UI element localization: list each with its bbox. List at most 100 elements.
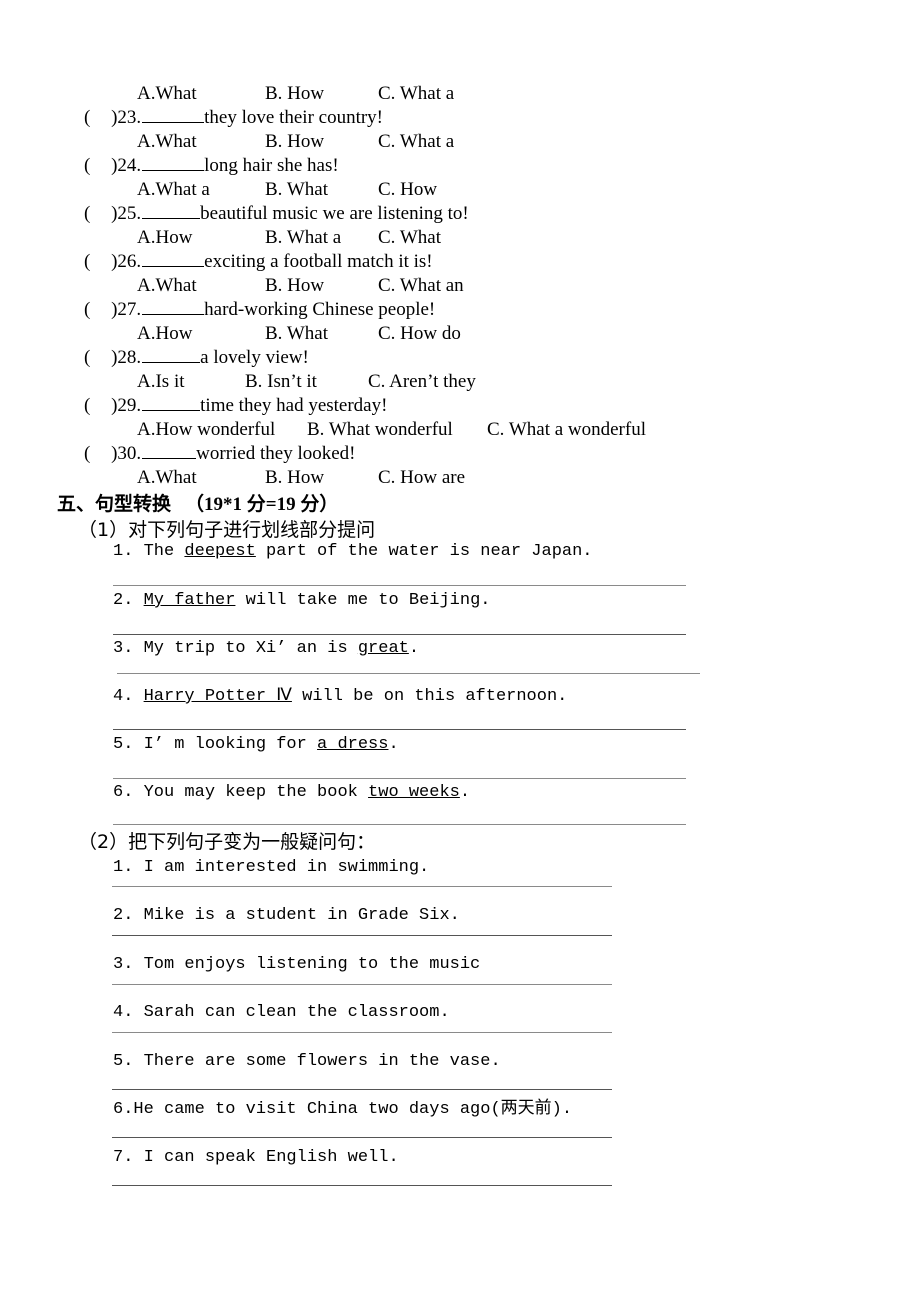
checkbox-paren-open[interactable]: ( xyxy=(84,251,90,272)
item-number: 5. xyxy=(113,735,134,754)
worksheet-page: A.What B. How C. What a ( )23. they love … xyxy=(0,0,920,1302)
answer-rule-line[interactable] xyxy=(117,673,700,674)
mc-question-stem: ( )24. long hair she has! xyxy=(0,154,339,178)
option-c-label[interactable]: C. What an xyxy=(378,274,464,298)
item-text-pre: I’ m looking for xyxy=(133,735,318,754)
item-text: I am interested in swimming. xyxy=(133,858,430,877)
option-a-label[interactable]: A.How xyxy=(137,322,192,346)
exercise-item: 2. Mike is a student in Grade Six. xyxy=(113,905,460,927)
answer-blank[interactable] xyxy=(142,298,205,315)
answer-blank[interactable] xyxy=(142,154,205,171)
item-number: 6. xyxy=(113,1100,134,1119)
item-underlined-part: My father xyxy=(143,591,236,610)
option-c-label[interactable]: C. How do xyxy=(378,322,461,346)
checkbox-paren-open[interactable]: ( xyxy=(84,299,90,320)
question-number: 30. xyxy=(117,443,142,464)
question-number: 28. xyxy=(117,347,142,368)
item-number: 1. xyxy=(113,858,134,877)
checkbox-paren-open[interactable]: ( xyxy=(84,443,90,464)
checkbox-paren-open[interactable]: ( xyxy=(84,203,90,224)
answer-rule-line[interactable] xyxy=(113,634,686,635)
item-number: 7. xyxy=(113,1148,134,1167)
option-a-label[interactable]: A.How wonderful xyxy=(137,418,275,442)
item-text-post: . xyxy=(388,735,399,754)
option-c-label[interactable]: C. What a xyxy=(378,82,454,106)
answer-blank[interactable] xyxy=(142,442,197,459)
item-text-pre: You may keep the book xyxy=(133,783,369,802)
item-underlined-part: deepest xyxy=(184,542,256,561)
mc-question-stem: ( )23. they love their country! xyxy=(0,106,383,130)
item-text-pre: My trip to Xi’ an is xyxy=(133,639,358,658)
exercise-item: 2. My father will take me to Beijing. xyxy=(113,590,490,612)
option-a-label[interactable]: A.What xyxy=(137,130,197,154)
exercise-item: 1. I am interested in swimming. xyxy=(113,857,429,879)
exercise-item: 5. There are some flowers in the vase. xyxy=(113,1051,501,1073)
checkbox-paren-open[interactable]: ( xyxy=(84,155,90,176)
answer-rule-line[interactable] xyxy=(113,824,686,825)
answer-rule-line[interactable] xyxy=(113,585,686,586)
item-text-post: part of the water is near Japan. xyxy=(255,542,593,561)
answer-rule-line[interactable] xyxy=(113,778,686,779)
item-text-post: will be on this afternoon. xyxy=(291,687,568,706)
answer-rule-line[interactable] xyxy=(113,729,686,730)
question-text: hard-working Chinese people! xyxy=(204,299,436,320)
option-b-label[interactable]: B. Isn’t it xyxy=(245,370,317,394)
answer-rule-line[interactable] xyxy=(112,984,612,985)
question-text: long hair she has! xyxy=(204,155,339,176)
checkbox-paren-open[interactable]: ( xyxy=(84,107,90,128)
option-b-label[interactable]: B. What a xyxy=(265,226,341,250)
section-five-heading: 五、句型转换 （19*1 分=19 分） xyxy=(57,492,338,517)
option-c-label[interactable]: C. How are xyxy=(378,466,465,490)
mc-question-stem: ( )26. exciting a football match it is! xyxy=(0,250,433,274)
option-c-label[interactable]: C. What xyxy=(378,226,441,250)
option-a-label[interactable]: A.What a xyxy=(137,178,210,202)
option-b-label[interactable]: B. What wonderful xyxy=(307,418,453,442)
exercise-item: 6.He came to visit China two days ago(两天… xyxy=(113,1099,572,1121)
question-number: 29. xyxy=(117,395,142,416)
checkbox-paren-open[interactable]: ( xyxy=(84,395,90,416)
option-b-label[interactable]: B. How xyxy=(265,274,324,298)
item-underlined-part: a dress xyxy=(317,735,389,754)
option-a-label[interactable]: A.Is it xyxy=(137,370,185,394)
question-text: a lovely view! xyxy=(200,347,309,368)
option-b-label[interactable]: B. How xyxy=(265,82,324,106)
answer-blank[interactable] xyxy=(142,346,201,363)
question-number: 23. xyxy=(117,107,142,128)
answer-rule-line[interactable] xyxy=(112,1185,612,1186)
option-b-label[interactable]: B. How xyxy=(265,130,324,154)
item-number: 3. xyxy=(113,639,134,658)
answer-blank[interactable] xyxy=(142,202,201,219)
mc-question-stem: ( )27. hard-working Chinese people! xyxy=(0,298,435,322)
answer-rule-line[interactable] xyxy=(112,886,612,887)
item-text: There are some flowers in the vase. xyxy=(133,1052,501,1071)
checkbox-paren-open[interactable]: ( xyxy=(84,347,90,368)
question-text: they love their country! xyxy=(204,107,384,128)
option-c-label[interactable]: C. What a wonderful xyxy=(487,418,646,442)
item-number: 5. xyxy=(113,1052,134,1071)
item-text-post: . xyxy=(459,783,471,802)
answer-rule-line[interactable] xyxy=(112,1032,612,1033)
option-c-label[interactable]: C. Aren’t they xyxy=(368,370,476,394)
answer-rule-line[interactable] xyxy=(112,1089,612,1090)
option-b-label[interactable]: B. How xyxy=(265,466,324,490)
answer-blank[interactable] xyxy=(142,394,201,411)
mc-question-stem: ( )29. time they had yesterday! xyxy=(0,394,387,418)
option-b-label[interactable]: B. What xyxy=(265,322,328,346)
item-text: Mike is a student in Grade Six. xyxy=(133,906,460,925)
option-a-label[interactable]: A.How xyxy=(137,226,192,250)
option-c-label[interactable]: C. What a xyxy=(378,130,454,154)
answer-blank[interactable] xyxy=(142,106,205,123)
item-number: 6. xyxy=(113,783,134,802)
option-a-label[interactable]: A.What xyxy=(137,466,197,490)
answer-rule-line[interactable] xyxy=(112,935,612,936)
option-c-label[interactable]: C. How xyxy=(378,178,437,202)
answer-blank[interactable] xyxy=(142,250,205,267)
option-b-label[interactable]: B. What xyxy=(265,178,328,202)
part-one-label: （1）对下列句子进行划线部分提问 xyxy=(78,519,376,541)
item-text: Tom enjoys listening to the music xyxy=(133,955,481,974)
option-a-label[interactable]: A.What xyxy=(137,82,197,106)
section-number: 五、 xyxy=(57,493,96,515)
mc-question-stem: ( )28. a lovely view! xyxy=(0,346,309,370)
option-a-label[interactable]: A.What xyxy=(137,274,197,298)
answer-rule-line[interactable] xyxy=(112,1137,612,1138)
